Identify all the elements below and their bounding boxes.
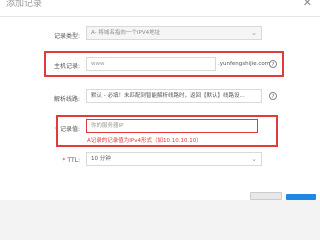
resolve-line-select[interactable]: 默认 - 必填！未匹配到智能解析线路时，返回【默认】线路设... — [86, 89, 262, 103]
record-type-value: A- 将域名指向一个IPV4地址 — [91, 30, 161, 36]
dialog-header: 添加记录 ✕ — [0, 0, 320, 17]
dialog-title: 添加记录 — [6, 0, 43, 9]
record-type-label: 记录类型: — [53, 33, 80, 40]
host-record-label: 主机记录: — [53, 63, 80, 70]
resolve-line-value: 默认 - 必填！未匹配到智能解析线路时，返回【默认】线路设... — [91, 93, 245, 99]
host-record-input[interactable]: www — [86, 57, 216, 71]
record-value-placeholder: 你的服务器IP — [91, 123, 124, 129]
record-value-label: * 记录值: — [10, 124, 80, 133]
record-value-error: A记录的记录值为IPv4形式（如10.10.10.10） — [87, 138, 202, 144]
ttl-label: * TTL: — [10, 157, 80, 164]
confirm-button[interactable] — [286, 194, 316, 200]
ttl-value: 10 分钟 — [91, 156, 111, 162]
resolve-line-label: 解析线路: — [53, 96, 80, 103]
host-record-help-icon[interactable]: ? — [269, 60, 277, 68]
add-record-dialog: 添加记录 ✕ 记录类型: A- 将域名指向一个IPV4地址 ⌄ 主机记录: ww… — [0, 0, 320, 200]
record-value-input[interactable]: 你的服务器IP — [86, 119, 258, 133]
close-icon[interactable]: ✕ — [303, 0, 312, 9]
domain-suffix: .yunfengshijie.com — [218, 61, 271, 67]
host-record-placeholder: www — [91, 61, 105, 67]
required-mark: * — [62, 157, 66, 164]
ttl-select[interactable]: 10 分钟 ⌄ — [86, 152, 262, 166]
chevron-down-icon: ⌄ — [251, 155, 257, 163]
ttl-label-text: TTL: — [67, 157, 80, 164]
resolve-line-help-icon[interactable]: ? — [269, 92, 277, 100]
chevron-down-icon: ⌄ — [251, 29, 257, 37]
record-type-select[interactable]: A- 将域名指向一个IPV4地址 ⌄ — [86, 26, 262, 40]
record-value-label-text: 记录值: — [59, 126, 80, 133]
required-mark: * — [54, 126, 58, 133]
cancel-button[interactable] — [250, 192, 282, 200]
